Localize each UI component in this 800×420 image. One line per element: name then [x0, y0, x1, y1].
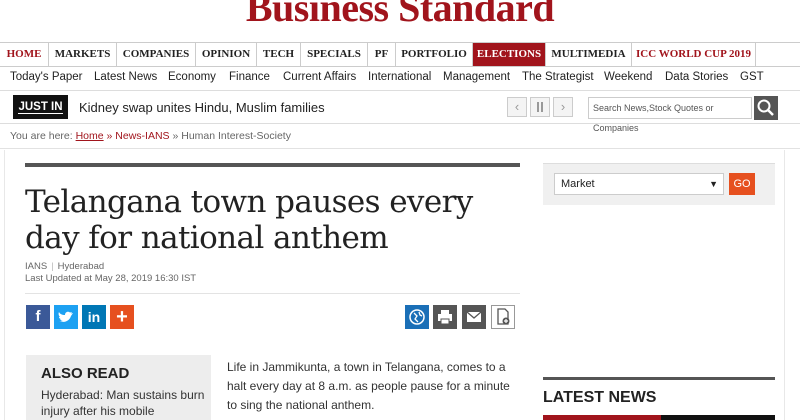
subnav-todays-paper[interactable]: Today's Paper — [10, 71, 83, 83]
save-document-icon — [497, 308, 510, 325]
breadcrumb-separator: » — [172, 130, 179, 142]
nav-companies[interactable]: COMPANIES — [117, 43, 196, 66]
facebook-share-button[interactable]: f — [26, 305, 50, 329]
linkedin-icon: in — [87, 309, 101, 325]
also-read-title: ALSO READ — [41, 365, 130, 382]
twitter-icon — [58, 311, 73, 322]
article-body: Life in Jammikunta, a town in Telangana,… — [227, 360, 510, 412]
dropdown-caret-icon: ▼ — [709, 179, 718, 189]
nav-multimedia[interactable]: MULTIMEDIA — [546, 43, 632, 66]
subnav-latest-news[interactable]: Latest News — [94, 71, 157, 83]
globe-icon — [409, 309, 425, 325]
email-button[interactable] — [462, 305, 486, 329]
email-icon — [466, 311, 482, 322]
nav-opinion[interactable]: OPINION — [196, 43, 257, 66]
nav-tech[interactable]: TECH — [257, 43, 301, 66]
subnav-weekend[interactable]: Weekend — [604, 71, 652, 83]
chevron-right-icon[interactable]: › — [553, 97, 573, 117]
latest-news-active-tab[interactable] — [543, 415, 661, 420]
nav-markets[interactable]: MARKETS — [49, 43, 117, 66]
article-byline: IANS | Hyderabad — [25, 261, 104, 272]
byline-agency[interactable]: IANS — [25, 261, 47, 272]
market-search-box: Market ▼ GO — [543, 163, 775, 205]
subnav-current-affairs[interactable]: Current Affairs — [283, 71, 356, 83]
news-ticker: JUST IN Kidney swap unites Hindu, Muslim… — [0, 90, 800, 133]
site-logo[interactable]: Business Standard — [0, 0, 800, 40]
breadcrumb-separator: » — [106, 130, 113, 142]
print-button[interactable] — [433, 305, 457, 329]
subnav-the-strategist[interactable]: The Strategist — [522, 71, 594, 83]
more-share-button[interactable]: + — [110, 305, 134, 329]
globe-button[interactable] — [405, 305, 429, 329]
twitter-share-button[interactable] — [54, 305, 78, 329]
search-button[interactable] — [754, 96, 778, 120]
market-select-value: Market — [561, 178, 595, 190]
market-select[interactable]: Market ▼ — [554, 173, 724, 195]
byline-separator: | — [51, 261, 54, 272]
byline-location: Hyderabad — [57, 261, 105, 272]
breadcrumb: You are here: Home » News-IANS » Human I… — [10, 130, 291, 142]
just-in-label: JUST IN — [18, 101, 63, 114]
save-document-button[interactable] — [491, 305, 515, 329]
breadcrumb-section-link[interactable]: News-IANS — [115, 130, 169, 142]
nav-icc-world-cup[interactable]: ICC WORLD CUP 2019 — [632, 43, 756, 66]
facebook-icon: f — [35, 308, 41, 325]
just-in-badge: JUST IN — [13, 95, 68, 119]
article-headline: Telangana town pauses every day for nati… — [25, 184, 473, 256]
nav-home[interactable]: HOME — [0, 43, 49, 66]
print-icon — [438, 310, 452, 325]
divider — [0, 148, 800, 149]
subnav-gst[interactable]: GST — [740, 71, 764, 83]
pause-icon[interactable] — [530, 97, 550, 117]
primary-nav: HOME MARKETS COMPANIES OPINION TECH SPEC… — [0, 42, 800, 67]
logo-text: Business Standard — [245, 0, 555, 30]
more-icon: + — [116, 306, 128, 328]
nav-specials[interactable]: SPECIALS — [301, 43, 368, 66]
chevron-left-icon[interactable]: ‹ — [507, 97, 527, 117]
nav-portfolio[interactable]: PORTFOLIO — [396, 43, 473, 66]
subnav-economy[interactable]: Economy — [168, 71, 216, 83]
linkedin-share-button[interactable]: in — [82, 305, 106, 329]
subnav-finance[interactable]: Finance — [229, 71, 270, 83]
go-button[interactable]: GO — [729, 173, 755, 195]
article-updated: Last Updated at May 28, 2019 16:30 IST — [25, 273, 197, 284]
subnav-international[interactable]: International — [368, 71, 431, 83]
search-input[interactable]: Search News,Stock Quotes or Companies — [588, 97, 752, 133]
subnav-management[interactable]: Management — [443, 71, 510, 83]
latest-news-title: LATEST NEWS — [543, 389, 657, 406]
breadcrumb-current: Human Interest-Society — [181, 130, 291, 142]
search-icon — [757, 99, 774, 116]
subnav-data-stories[interactable]: Data Stories — [665, 71, 728, 83]
breadcrumb-prefix: You are here: — [10, 130, 73, 142]
also-read-link[interactable]: Hyderabad: Man sustains burn injury afte… — [41, 387, 206, 419]
nav-pf[interactable]: PF — [368, 43, 396, 66]
divider — [25, 293, 520, 294]
also-read-box: ALSO READ Hyderabad: Man sustains burn i… — [26, 355, 211, 420]
nav-elections[interactable]: ELECTIONS — [473, 43, 546, 66]
article-top-rule — [25, 163, 520, 167]
latest-news-rule — [543, 377, 775, 380]
secondary-nav: Today's Paper Latest News Economy Financ… — [0, 67, 800, 89]
ticker-headline[interactable]: Kidney swap unites Hindu, Muslim familie… — [79, 100, 325, 115]
breadcrumb-home-link[interactable]: Home — [76, 130, 104, 142]
